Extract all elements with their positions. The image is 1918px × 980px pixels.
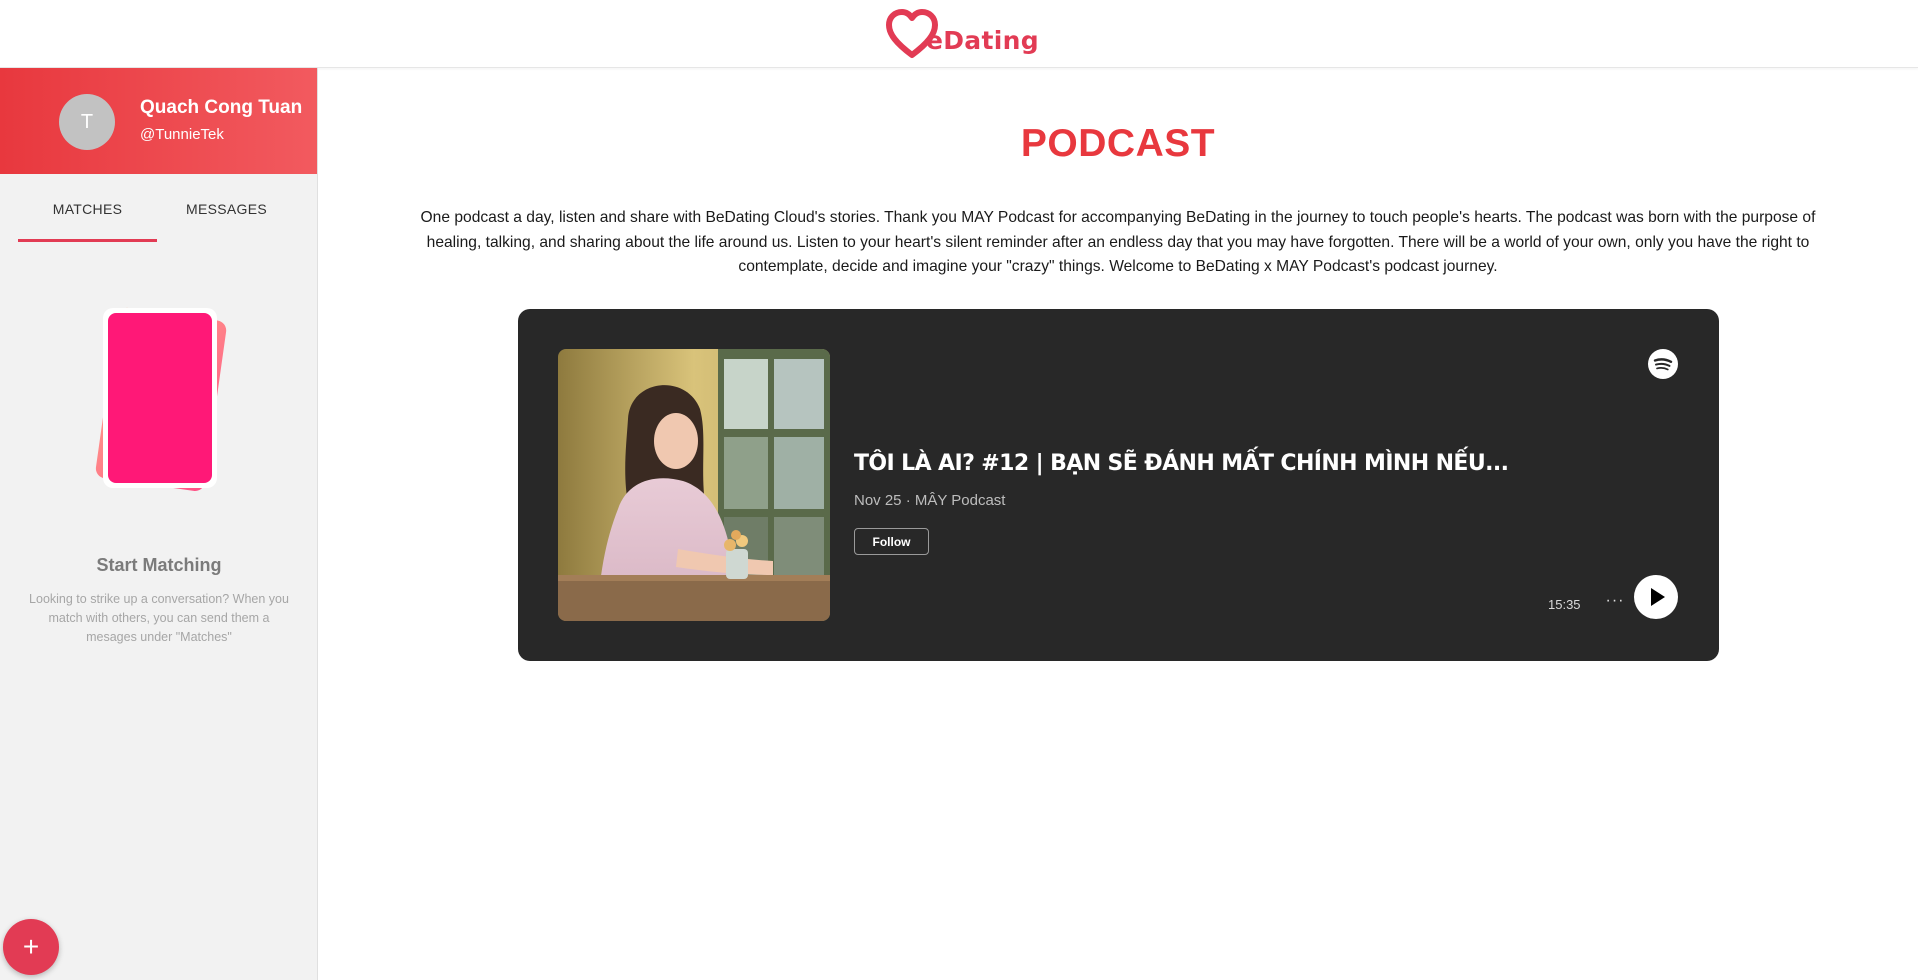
play-button[interactable] <box>1634 575 1678 619</box>
empty-state-title: Start Matching <box>96 555 222 575</box>
episode-duration: 15:35 <box>1548 597 1581 612</box>
cards-icon <box>95 307 227 491</box>
spotify-icon[interactable] <box>1648 349 1678 379</box>
podcast-embed[interactable]: TÔI LÀ AI? #12 | BẠN SẼ ĐÁNH MẤT CHÍNH M… <box>518 309 1719 661</box>
page-title: PODCAST <box>1020 122 1216 165</box>
active-tab-indicator <box>18 239 157 242</box>
profile-name: Quach Cong Tuan <box>140 97 303 118</box>
add-button[interactable]: + <box>3 919 59 975</box>
brand-name: eDating <box>926 25 1039 55</box>
play-icon <box>1651 588 1665 606</box>
sidebar: T Quach Cong Tuan @TunnieTek MATCHES MES… <box>0 68 318 980</box>
tab-messages[interactable]: MESSAGES <box>157 174 296 244</box>
more-options-button[interactable]: ··· <box>1603 589 1627 613</box>
episode-meta[interactable]: Nov 25 · MÂY Podcast <box>854 492 1005 509</box>
empty-state-description: Looking to strike up a conversation? Whe… <box>29 592 289 644</box>
brand-logo[interactable]: eDating <box>886 9 1039 59</box>
top-bar: eDating <box>0 0 1918 68</box>
follow-button[interactable]: Follow <box>854 528 929 555</box>
episode-cover-image[interactable] <box>558 349 830 621</box>
avatar[interactable]: T <box>59 94 115 150</box>
sidebar-tabs: MATCHES MESSAGES <box>0 174 317 244</box>
profile-header[interactable]: T Quach Cong Tuan @TunnieTek <box>0 68 317 174</box>
tab-matches[interactable]: MATCHES <box>18 174 157 244</box>
profile-handle: @TunnieTek <box>140 126 224 143</box>
page-description: One podcast a day, listen and share with… <box>420 209 1816 275</box>
episode-title[interactable]: TÔI LÀ AI? #12 | BẠN SẼ ĐÁNH MẤT CHÍNH M… <box>854 451 1509 476</box>
